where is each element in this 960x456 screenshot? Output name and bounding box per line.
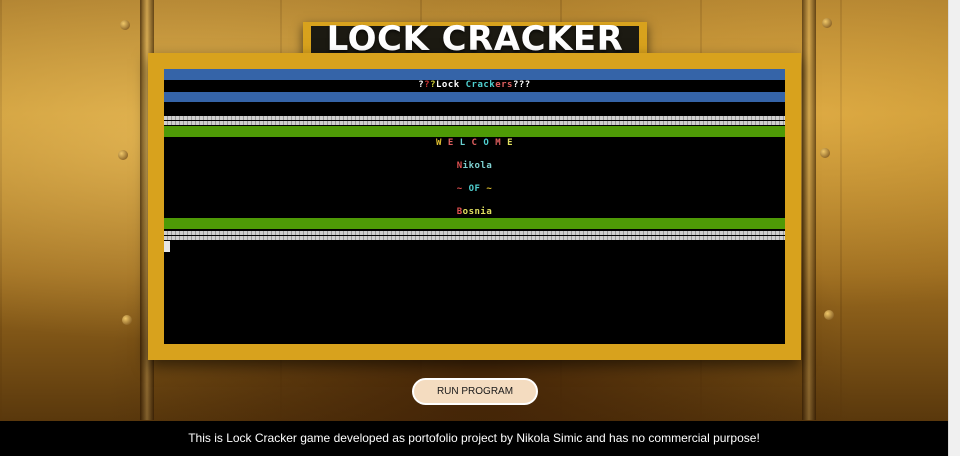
terminal-text-segment: C [471,138,484,148]
terminal-text-segment: M [495,138,508,148]
terminal-text-segment: ~ [456,184,469,194]
terminal-text-segment: O [483,138,496,148]
terminal-text-segment: W [436,138,448,148]
terminal-text-segment: OF [468,184,481,194]
separator-dashes [164,116,785,120]
country-name: Bosnia [164,207,785,218]
separator-dashes [164,236,785,240]
terminal-text-segment: ??? [512,80,531,90]
welcome-text: W E L C O M E [164,138,785,149]
background-rivet [820,148,830,158]
terminal-cursor [164,241,170,252]
background-panel-seam [802,0,816,420]
banner-blue-band-top [164,69,785,80]
of-line: ~ OF ~ [164,184,785,195]
background-rivet [118,150,128,160]
terminal-frame: ???Lock Crackers??? W E L C O M E Nikola… [148,53,801,360]
footer-text: This is Lock Cracker game developed as p… [188,431,760,445]
banner-title: ???Lock Crackers??? [164,80,785,91]
terminal-text-segment: osnia [462,207,493,217]
background-rivet [824,310,834,320]
terminal-screen[interactable]: ???Lock Crackers??? W E L C O M E Nikola… [164,69,785,344]
separator-dashes [164,231,785,235]
terminal-text-segment: Crack [465,80,496,90]
terminal-text-segment: ~ [480,184,493,194]
background-rivet [822,18,832,28]
banner-blue-band-bottom [164,92,785,102]
run-program-button[interactable]: RUN PROGRAM [412,378,538,405]
page-scrollbar[interactable] [948,0,960,456]
terminal-text-segment: E [507,138,513,148]
banner-green-band-top [164,126,785,137]
banner-green-band-bottom [164,218,785,229]
terminal-text-segment: Lock [436,80,466,90]
footer: This is Lock Cracker game developed as p… [0,421,948,456]
terminal-text-segment: L [459,138,472,148]
terminal-text-segment: ers [495,80,513,90]
background-rivet [122,315,132,325]
background-rivet [120,20,130,30]
terminal-text-segment: E [447,138,460,148]
author-name: Nikola [164,161,785,172]
terminal-text-segment: ikola [462,161,493,171]
separator-dashes [164,121,785,125]
